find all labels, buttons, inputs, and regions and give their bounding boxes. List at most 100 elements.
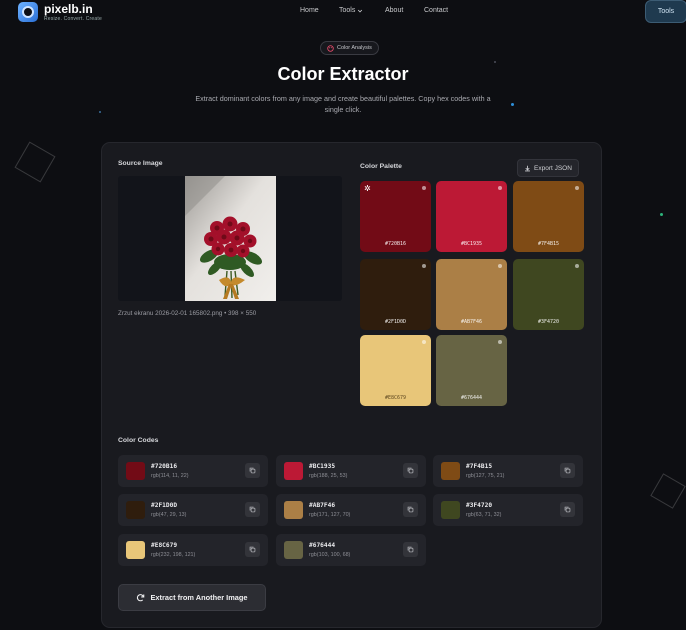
nav-link-label: Tools [339, 7, 356, 14]
copy-icon [407, 546, 414, 553]
background-dot [99, 111, 101, 113]
copy-button[interactable] [403, 542, 418, 557]
swatch-indicator [498, 264, 502, 268]
refresh-icon [137, 594, 145, 602]
color-hex: #720B16 [151, 463, 178, 470]
swatch-hex: #AB7F46 [460, 319, 483, 325]
nav-link-home[interactable]: Home [300, 7, 319, 14]
top-navigation: pixelb.in Resize. Convert. Create Home T… [0, 0, 686, 28]
swatch-hex: #7F4B15 [537, 241, 560, 247]
background-diamond [14, 141, 56, 183]
export-json-button[interactable]: Export JSON [517, 159, 579, 177]
color-hex: #2F1D0D [151, 502, 178, 509]
color-hex: #AB7F46 [309, 502, 336, 509]
extract-another-label: Extract from Another Image [150, 593, 248, 602]
color-hex: #3F4720 [466, 502, 493, 509]
page-subtitle: Extract dominant colors from any image a… [195, 94, 491, 114]
page-title: Color Extractor [277, 64, 409, 84]
swatch-hex: #3F4720 [537, 319, 560, 325]
copy-icon [564, 467, 571, 474]
palette-swatch[interactable]: #BC1935 [436, 181, 507, 252]
copy-icon [249, 506, 256, 513]
color-code-item: #BC1935 rgb(188, 25, 53) [276, 455, 426, 487]
palette-swatch[interactable]: #676444 [436, 335, 507, 406]
chevron-down-icon [358, 9, 363, 12]
background-diamond [650, 473, 686, 509]
swatch-indicator [575, 186, 579, 190]
export-json-label: Export JSON [534, 164, 572, 172]
palette-swatch[interactable]: #E8C679 [360, 335, 431, 406]
color-rgb: rgb(188, 25, 53) [309, 473, 348, 479]
color-chip [126, 501, 145, 519]
color-chip [284, 501, 303, 519]
color-chip [441, 501, 460, 519]
category-badge: Color Analysis [320, 41, 379, 55]
logo-icon [18, 2, 38, 22]
color-rgb: rgb(103, 100, 68) [309, 552, 351, 558]
download-icon [525, 165, 530, 171]
color-hex: #7F4B15 [466, 463, 493, 470]
source-image-label: Source Image [118, 160, 163, 167]
color-code-item: #720B16 rgb(114, 11, 22) [118, 455, 268, 487]
brand-logo[interactable]: pixelb.in Resize. Convert. Create [18, 2, 102, 22]
copy-button[interactable] [560, 463, 575, 478]
color-hex: #BC1935 [309, 463, 336, 470]
nav-link-tools[interactable]: Tools [339, 7, 363, 14]
copy-button[interactable] [245, 542, 260, 557]
color-chip [284, 541, 303, 559]
color-rgb: rgb(232, 198, 121) [151, 552, 196, 558]
nav-link-label: About [385, 7, 404, 14]
palette-swatch[interactable]: #3F4720 [513, 259, 584, 330]
copy-button[interactable] [245, 502, 260, 517]
copy-icon [407, 467, 414, 474]
swatch-hex: #720B16 [384, 241, 407, 247]
color-chip [284, 462, 303, 480]
palette-swatch[interactable]: #AB7F46 [436, 259, 507, 330]
color-rgb: rgb(127, 75, 21) [466, 473, 505, 479]
swatch-indicator [422, 186, 426, 190]
background-dot [660, 213, 663, 216]
palette-swatch[interactable]: #2F1D0D [360, 259, 431, 330]
copy-icon [249, 546, 256, 553]
copy-icon [564, 506, 571, 513]
swatch-indicator [498, 340, 502, 344]
color-rgb: rgb(63, 71, 32) [466, 512, 502, 518]
source-image-caption: Zrzut ekranu 2026-02-01 165802.png • 398… [118, 310, 257, 317]
color-rgb: rgb(47, 29, 13) [151, 512, 187, 518]
copy-button[interactable] [403, 463, 418, 478]
tools-button[interactable]: Tools [645, 0, 686, 23]
color-codes-label: Color Codes [118, 437, 159, 444]
copy-icon [249, 467, 256, 474]
source-image [185, 176, 276, 301]
brand-name: pixelb.in [44, 1, 93, 16]
color-code-item: #E8C679 rgb(232, 198, 121) [118, 534, 268, 566]
background-dot [511, 103, 514, 106]
copy-button[interactable] [560, 502, 575, 517]
nav-link-label: Home [300, 7, 319, 14]
palette-swatch[interactable]: ✲ #720B16 [360, 181, 431, 252]
copy-button[interactable] [403, 502, 418, 517]
swatch-indicator [498, 186, 502, 190]
swatch-indicator [575, 264, 579, 268]
nav-link-contact[interactable]: Contact [424, 7, 448, 14]
color-code-item: #676444 rgb(103, 100, 68) [276, 534, 426, 566]
extract-another-button[interactable]: Extract from Another Image [118, 584, 266, 611]
badge-label: Color Analysis [337, 45, 372, 51]
color-hex: #E8C679 [151, 542, 178, 549]
sparkle-icon: ✲ [364, 184, 371, 193]
nav-link-about[interactable]: About [385, 7, 403, 14]
color-chip [126, 462, 145, 480]
swatch-hex: #2F1D0D [384, 319, 407, 325]
palette-swatch[interactable]: #7F4B15 [513, 181, 584, 252]
swatch-hex: #BC1935 [460, 241, 483, 247]
swatch-indicator [422, 264, 426, 268]
color-rgb: rgb(171, 127, 70) [309, 512, 351, 518]
copy-button[interactable] [245, 463, 260, 478]
color-code-item: #2F1D0D rgb(47, 29, 13) [118, 494, 268, 526]
color-rgb: rgb(114, 11, 22) [151, 473, 189, 479]
color-palette-label: Color Palette [360, 163, 402, 170]
color-hex: #676444 [309, 542, 336, 549]
color-code-item: #7F4B15 rgb(127, 75, 21) [433, 455, 583, 487]
color-code-item: #3F4720 rgb(63, 71, 32) [433, 494, 583, 526]
swatch-hex: #676444 [460, 395, 483, 401]
